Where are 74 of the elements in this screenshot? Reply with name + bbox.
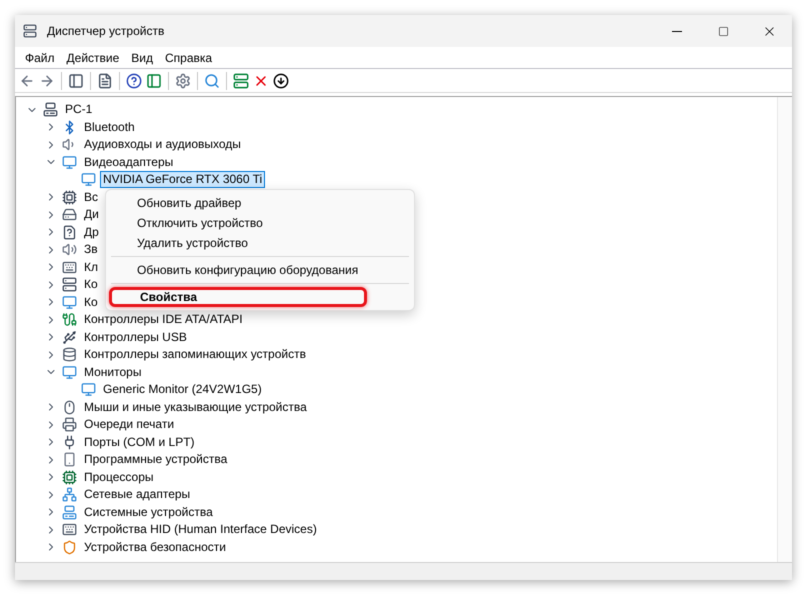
tree-item[interactable]: Ко — [81, 276, 101, 294]
tree-item[interactable]: Аудиовходы и аудиовыходы — [81, 136, 244, 154]
keyboard-icon — [62, 260, 77, 275]
computer-icon — [43, 102, 58, 118]
computer-icon — [62, 504, 77, 520]
maximize-icon — [718, 26, 728, 36]
panel-icon[interactable] — [146, 72, 162, 88]
tree-item[interactable]: NVIDIA GeForce RTX 3060 Ti — [100, 171, 266, 188]
tree-item[interactable]: Видеоадаптеры — [81, 154, 176, 171]
tree-item[interactable]: Контроллеры IDE ATA/ATAPI — [81, 311, 246, 328]
mouse-icon — [62, 400, 77, 415]
minimize-icon — [672, 30, 682, 32]
usb-icon — [62, 330, 77, 345]
tree-item[interactable]: Устройства HID (Human Interface Devices) — [81, 521, 320, 538]
menu-item[interactable]: Справка — [159, 48, 218, 66]
context-menu-item[interactable]: Обновить конфигурацию оборудования — [109, 260, 411, 280]
tree-item[interactable]: Системные устройства — [81, 504, 216, 521]
speaker-icon — [62, 242, 77, 258]
chip-icon — [62, 190, 77, 205]
device-icon — [62, 452, 77, 468]
controller-icon — [62, 277, 77, 292]
port-icon — [62, 434, 77, 450]
driver-icon — [62, 224, 77, 240]
monitor-icon — [81, 382, 96, 398]
forward-icon[interactable] — [39, 72, 55, 88]
tree-item[interactable]: Зв — [81, 241, 101, 258]
tree-item[interactable]: PC-1 — [62, 101, 96, 118]
monitor-icon — [62, 294, 77, 310]
gear-icon[interactable] — [175, 72, 191, 88]
tree-item[interactable]: Процессоры — [81, 468, 156, 486]
tree-item[interactable]: Generic Monitor (24V2W1G5) — [100, 381, 265, 398]
tree-item[interactable]: Очереди печати — [81, 416, 178, 434]
menu-item[interactable]: Вид — [125, 48, 159, 66]
context-menu-item[interactable]: Обновить драйвер — [109, 193, 411, 213]
properties-icon[interactable] — [97, 72, 113, 88]
app-icon — [23, 24, 37, 38]
tree-item[interactable]: Bluetooth — [81, 118, 138, 136]
controller-icon — [62, 312, 77, 328]
network-icon — [62, 487, 77, 502]
storage-icon — [62, 347, 77, 362]
tree-item[interactable]: Кл — [81, 258, 101, 276]
device-icon[interactable] — [233, 72, 249, 88]
context-menu-item[interactable]: Удалить устройство — [109, 233, 411, 253]
menu-item[interactable]: Файл — [19, 48, 61, 66]
tree-item[interactable]: Сетевые адаптеры — [81, 486, 194, 504]
back-icon[interactable] — [19, 72, 35, 88]
tree-item[interactable]: Устройства безопасности — [81, 538, 229, 556]
monitor-icon — [62, 364, 77, 380]
tree-item[interactable]: Др — [81, 224, 102, 241]
monitor-icon — [81, 172, 96, 188]
context-menu-item[interactable]: Отключить устройство — [109, 213, 411, 233]
download-icon[interactable] — [273, 72, 289, 88]
tree-item[interactable]: Контроллеры USB — [81, 328, 190, 346]
tree-item[interactable]: Ди — [81, 206, 102, 224]
help-icon[interactable] — [126, 72, 142, 88]
monitor-icon — [62, 154, 77, 170]
scrollbar[interactable] — [777, 97, 792, 562]
tree-item[interactable]: Контроллеры запоминающих устройств — [81, 346, 309, 364]
printer-icon — [62, 417, 77, 432]
tree-item[interactable]: Мониторы — [81, 364, 144, 381]
processor-icon — [62, 470, 77, 485]
tree-item[interactable]: Порты (COM и LPT) — [81, 434, 198, 451]
panel-icon[interactable] — [68, 72, 84, 88]
window-title: Диспетчер устройств — [47, 23, 164, 40]
context-menu-item[interactable]: Свойства — [109, 287, 367, 307]
tree-item[interactable]: Мыши и иные указывающие устройства — [81, 398, 310, 416]
tree-item[interactable]: Программные устройства — [81, 451, 230, 468]
drive-icon — [62, 207, 77, 222]
tree-item[interactable]: Вс — [81, 188, 102, 206]
keyboard-icon — [62, 522, 77, 538]
search-icon[interactable] — [204, 72, 220, 88]
shield-icon — [62, 540, 77, 555]
tree-item[interactable]: Ко — [81, 294, 101, 311]
menu-item[interactable]: Действие — [60, 48, 126, 66]
